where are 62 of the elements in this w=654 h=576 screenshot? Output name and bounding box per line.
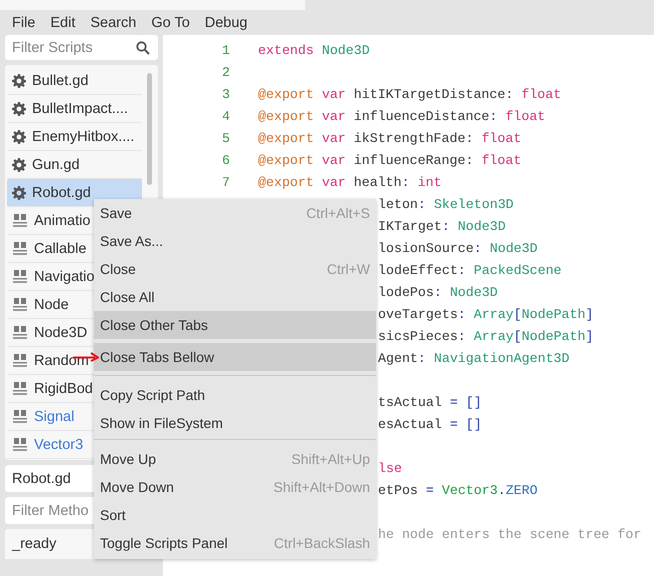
script-item[interactable]: Bullet.gd: [7, 67, 142, 95]
line-number: 4: [221, 108, 230, 124]
code-line: @export var hitIKTargetDistance: float: [258, 86, 562, 102]
code-line: lodePos: Node3D: [378, 284, 498, 300]
book-icon: [12, 353, 28, 368]
shortcut-label: Shift+Alt+Up: [291, 451, 370, 467]
code-line: extends Node3D: [258, 42, 370, 58]
code-line: tsActual = []: [378, 394, 482, 410]
code-line: @export var ikStrengthFade: float: [258, 130, 522, 146]
gear-icon: [12, 74, 26, 88]
shortcut-label: Ctrl+W: [326, 261, 370, 277]
code-line: IKTarget: Node3D: [378, 218, 506, 234]
book-icon: [12, 325, 28, 340]
code-line: leton: Skeleton3D: [378, 196, 514, 212]
menu-item[interactable]: File: [12, 14, 36, 30]
option-label: Sort: [100, 507, 126, 523]
scrollbar[interactable]: [147, 73, 152, 185]
menu-item[interactable]: Go To: [151, 14, 190, 30]
shortcut-label: Ctrl+BackSlash: [274, 535, 370, 551]
script-item[interactable]: EnemyHitbox....: [7, 123, 142, 151]
line-number: 7: [221, 174, 230, 190]
menu-item[interactable]: Edit: [50, 14, 76, 30]
book-icon: [12, 241, 28, 256]
code-line: @export var influenceRange: float: [258, 152, 522, 168]
code-line: Agent: NavigationAgent3D: [378, 350, 570, 366]
filter-scripts-field[interactable]: Filter Scripts: [5, 35, 158, 60]
gear-icon: [12, 186, 26, 200]
menu-item[interactable]: Debug: [204, 14, 248, 30]
book-icon: [12, 437, 28, 452]
book-icon: [12, 297, 28, 312]
code-line: etPos = Vector3.ZERO: [378, 482, 538, 498]
option-label: Close: [100, 261, 136, 277]
shortcut-label: Shift+Alt+Down: [274, 479, 370, 495]
code-line: oveTargets: Array[NodePath]: [378, 306, 594, 322]
book-icon: [12, 269, 28, 284]
book-icon: [12, 409, 28, 424]
menu-option[interactable]: Close Tabs Bellow: [94, 343, 376, 371]
script-item[interactable]: BulletImpact....: [7, 95, 142, 123]
gear-icon: [12, 102, 26, 116]
menu-option[interactable]: Close Other Tabs: [94, 311, 376, 339]
menu-item[interactable]: Search: [90, 14, 136, 30]
code-line: he node enters the scene tree for: [378, 526, 642, 542]
book-icon: [12, 381, 28, 396]
search-icon: [136, 41, 150, 55]
code-line: @export var influenceDistance: float: [258, 108, 546, 124]
code-line: sicsPieces: Array[NodePath]: [378, 328, 594, 344]
line-number: 6: [221, 152, 230, 168]
line-number: 3: [221, 86, 230, 102]
code-line: lodeEffect: PackedScene: [378, 262, 562, 278]
book-icon: [12, 213, 28, 228]
line-number: 2: [221, 64, 230, 80]
code-line: @export var health: int: [258, 174, 442, 190]
shortcut-label: Ctrl+Alt+S: [306, 205, 370, 221]
gear-icon: [12, 130, 26, 144]
option-label: Save: [100, 205, 132, 221]
code-line: esActual = []: [378, 416, 482, 432]
code-line: losionSource: Node3D: [378, 240, 538, 256]
gear-icon: [12, 158, 26, 172]
line-number: 1: [221, 42, 230, 58]
line-number: 5: [221, 130, 230, 146]
script-item[interactable]: Robot.gd: [7, 179, 142, 207]
code-line: lse: [378, 460, 402, 476]
